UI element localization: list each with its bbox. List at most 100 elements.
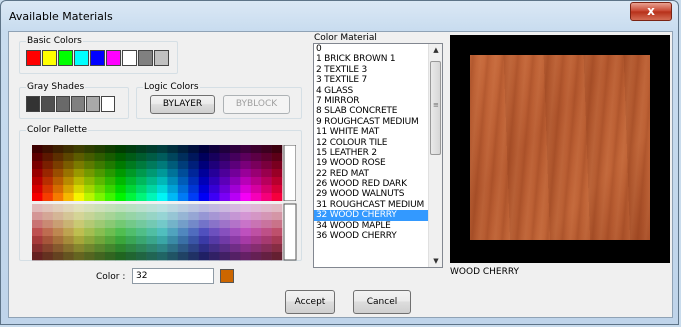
palette-cell <box>42 193 54 201</box>
basic-color-swatch[interactable] <box>90 50 105 66</box>
palette-cell <box>125 204 137 213</box>
list-item[interactable]: 32 WOOD CHERRY <box>314 210 442 221</box>
palette-cell <box>73 185 85 194</box>
list-item[interactable]: 7 MIRROR <box>314 96 442 106</box>
palette-cell <box>32 161 43 170</box>
gray-shade-swatch[interactable] <box>101 96 115 112</box>
list-item[interactable]: 0 <box>314 44 442 54</box>
palette-cell <box>261 145 272 154</box>
palette-cell <box>32 169 43 178</box>
palette-cell <box>94 185 106 194</box>
title-bar[interactable]: Available Materials x <box>1 1 678 31</box>
palette-cell <box>188 220 199 229</box>
scroll-down-icon[interactable]: ▼ <box>430 255 442 267</box>
color-palette-grid-dark[interactable] <box>32 203 297 261</box>
logic-colors-group: Logic Colors BYLAYER BYBLOCK <box>136 81 302 119</box>
palette-cell <box>271 169 283 178</box>
list-item[interactable]: 3 TEXTILE 7 <box>314 75 442 85</box>
palette-cell <box>104 153 116 162</box>
list-item[interactable]: 15 LEATHER 2 <box>314 148 442 158</box>
palette-cell <box>84 169 95 178</box>
gray-shade-swatch[interactable] <box>56 96 70 112</box>
list-item[interactable]: 8 SLAB CONCRETE <box>314 106 442 116</box>
cancel-button[interactable]: Cancel <box>353 290 411 314</box>
palette-cell <box>167 244 179 253</box>
palette-cell <box>229 252 241 261</box>
color-material-listbox[interactable]: 01 BRICK BROWN 12 TEXTILE 33 TEXTILE 74 … <box>313 43 443 268</box>
list-item[interactable]: 36 WOOD CHERRY <box>314 231 442 241</box>
gray-shade-swatch[interactable] <box>71 96 85 112</box>
basic-color-swatch[interactable] <box>42 50 57 66</box>
palette-cell <box>188 236 199 245</box>
list-item[interactable]: 22 RED MAT <box>314 169 442 179</box>
gray-shade-swatch[interactable] <box>26 96 40 112</box>
palette-cell <box>261 236 272 245</box>
byblock-button[interactable]: BYBLOCK <box>223 95 290 114</box>
palette-cell <box>250 228 262 237</box>
basic-color-swatch[interactable] <box>26 50 41 66</box>
palette-cell <box>94 252 106 261</box>
list-item[interactable]: 29 WOOD WALNUTS <box>314 189 442 199</box>
scroll-up-icon[interactable]: ▲ <box>430 44 442 56</box>
palette-cell <box>240 161 252 170</box>
basic-color-swatch[interactable] <box>74 50 89 66</box>
list-item[interactable]: 9 ROUGHCAST MEDIUM <box>314 117 442 127</box>
palette-cell <box>52 145 64 154</box>
palette-cell <box>94 169 106 178</box>
list-item[interactable]: 4 GLASS <box>314 86 442 96</box>
basic-color-swatch[interactable] <box>58 50 73 66</box>
palette-cell <box>52 193 64 201</box>
palette-cell <box>177 169 189 178</box>
palette-cell <box>136 185 147 194</box>
color-material-label: Color Material <box>314 33 377 43</box>
list-item[interactable]: 11 WHITE MAT <box>314 127 442 137</box>
palette-cell <box>32 244 43 253</box>
palette-cell <box>209 177 220 186</box>
list-item[interactable]: 26 WOOD RED DARK <box>314 179 442 189</box>
color-material-list: 01 BRICK BROWN 12 TEXTILE 33 TEXTILE 74 … <box>314 44 442 241</box>
palette-cell <box>52 153 64 162</box>
palette-cell <box>146 153 158 162</box>
palette-cell <box>261 204 272 213</box>
list-item[interactable]: 2 TEXTILE 3 <box>314 65 442 75</box>
basic-color-swatch[interactable] <box>154 50 169 66</box>
list-item[interactable]: 1 BRICK BROWN 1 <box>314 54 442 64</box>
close-button[interactable]: x <box>630 2 672 21</box>
accept-button[interactable]: Accept <box>285 290 335 314</box>
palette-cell <box>94 161 106 170</box>
palette-cell <box>240 185 252 194</box>
palette-cell <box>219 204 231 213</box>
palette-cell <box>271 145 283 154</box>
palette-cell <box>84 177 95 186</box>
gray-shade-swatch[interactable] <box>41 96 55 112</box>
palette-cell <box>104 169 116 178</box>
list-item[interactable]: 31 ROUGHCAST MEDIUM <box>314 200 442 210</box>
palette-cell <box>271 220 283 229</box>
palette-cell <box>261 252 272 261</box>
palette-cell <box>240 236 252 245</box>
list-item[interactable]: 19 WOOD ROSE <box>314 158 442 168</box>
list-item[interactable]: 34 WOOD MAPLE <box>314 221 442 231</box>
bylayer-button[interactable]: BYLAYER <box>150 95 215 114</box>
list-item[interactable]: 12 COLOUR TILE <box>314 138 442 148</box>
color-palette-grid-bright[interactable] <box>32 145 296 201</box>
palette-cell <box>63 153 74 162</box>
palette-cell <box>146 177 158 186</box>
list-scrollbar[interactable]: ▲ ≡ ▼ <box>428 44 442 267</box>
palette-cell <box>84 236 95 245</box>
palette-cell <box>32 145 43 154</box>
palette-cell <box>115 220 127 229</box>
palette-cell <box>94 193 106 201</box>
palette-cell <box>104 228 116 237</box>
scrollbar-thumb[interactable]: ≡ <box>430 61 441 155</box>
palette-cell <box>136 228 147 237</box>
basic-color-swatch[interactable] <box>138 50 153 66</box>
basic-color-swatch[interactable] <box>106 50 121 66</box>
color-input[interactable] <box>132 268 214 284</box>
basic-color-swatch[interactable] <box>122 50 137 66</box>
palette-cell <box>271 185 283 194</box>
palette-cell <box>94 153 106 162</box>
palette-cell <box>198 161 210 170</box>
gray-shade-swatch[interactable] <box>86 96 100 112</box>
palette-cell <box>125 212 137 221</box>
